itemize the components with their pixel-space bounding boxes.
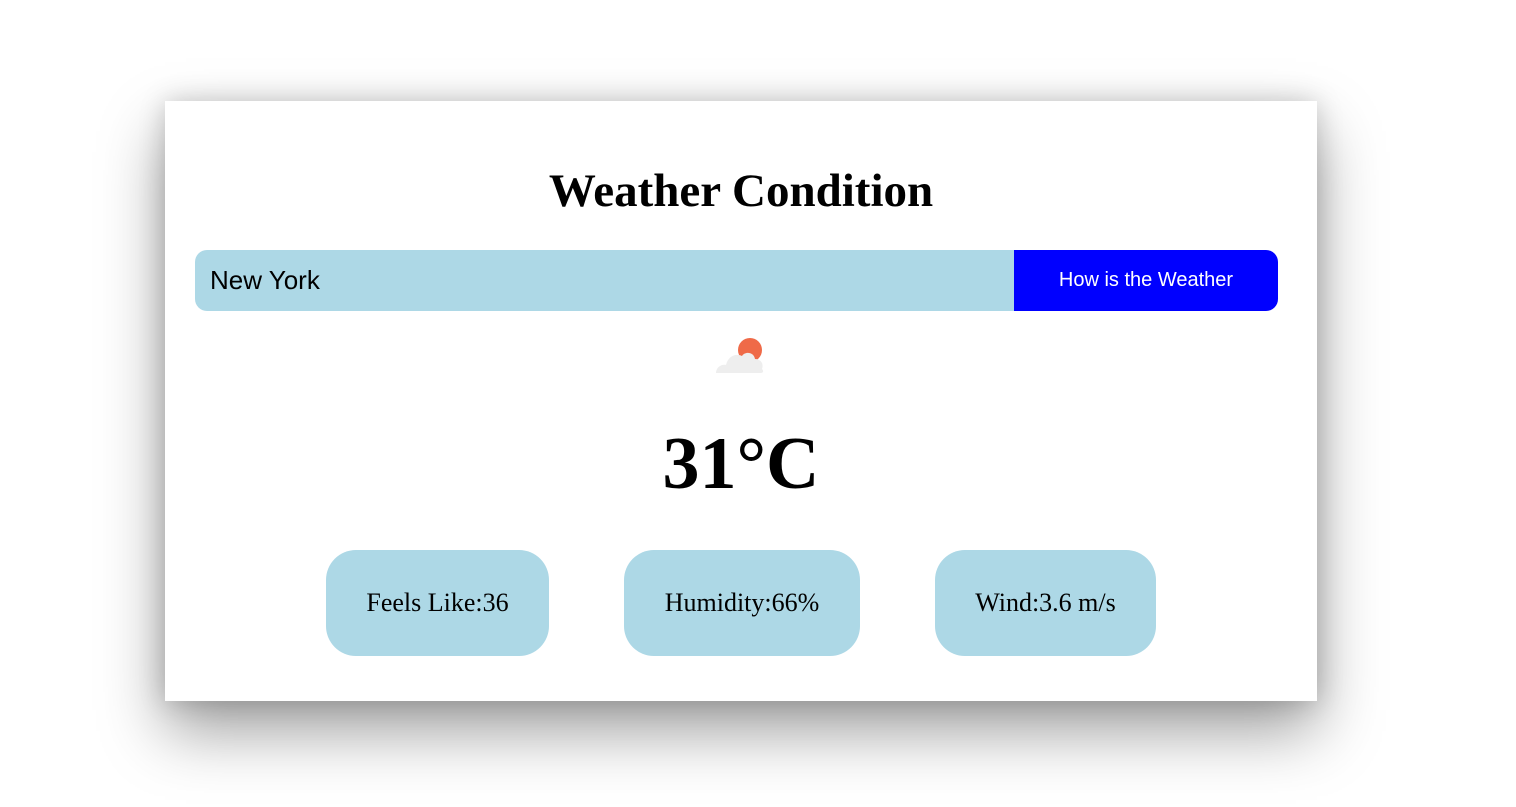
feels-like-card: Feels Like:36 bbox=[326, 550, 549, 656]
weather-card: Weather Condition How is the Weather 31°… bbox=[165, 101, 1317, 701]
humidity-card: Humidity:66% bbox=[624, 550, 860, 656]
wind-card: Wind:3.6 m/s bbox=[935, 550, 1156, 656]
search-bar: How is the Weather bbox=[195, 250, 1278, 311]
get-weather-button[interactable]: How is the Weather bbox=[1014, 250, 1278, 311]
temperature-value: 31°C bbox=[662, 423, 820, 505]
city-search-input[interactable] bbox=[195, 250, 1014, 311]
cloud-sun-icon bbox=[716, 338, 764, 373]
page-title: Weather Condition bbox=[548, 165, 934, 217]
